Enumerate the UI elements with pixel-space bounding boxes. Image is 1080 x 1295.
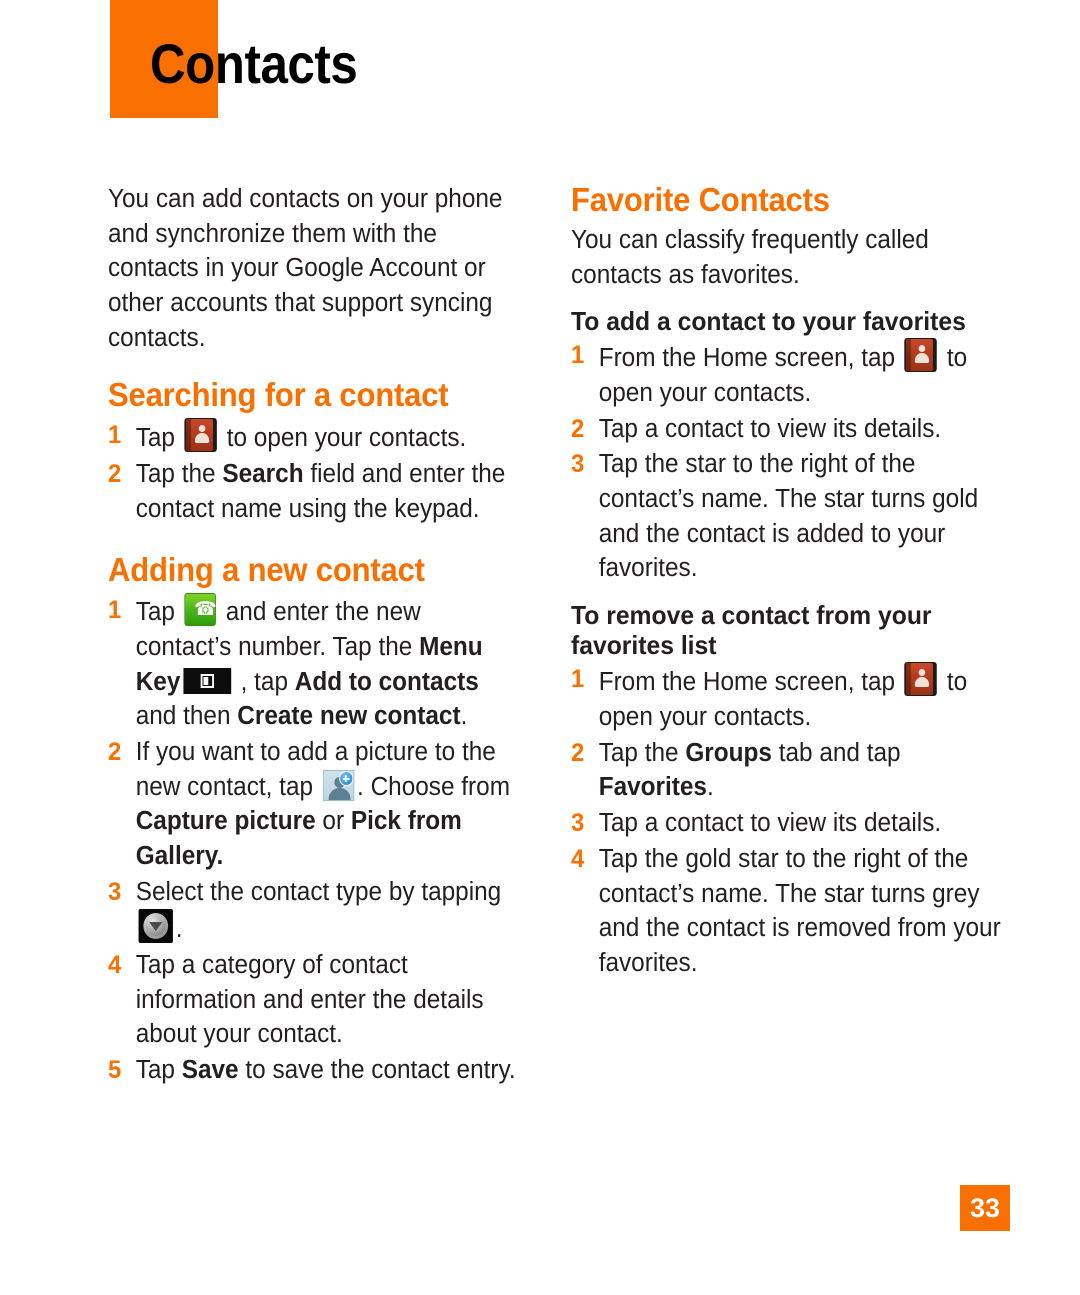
heading-searching-for-a-contact: Searching for a contact (108, 376, 449, 414)
step-text: From the Home screen, tap (598, 344, 902, 373)
list-item: 2 Tap the Groups tab and tap Favorites. (571, 736, 1001, 805)
ui-term-save: Save (181, 1056, 239, 1085)
contacts-book-icon (184, 418, 218, 453)
step-text: . (175, 915, 183, 944)
list-item: 1 From the Home screen, tap to open your … (571, 662, 1001, 734)
searching-steps-list: 1 Tap to open your contacts. 2 Tap the Sea… (108, 418, 538, 526)
step-number: 3 (108, 877, 122, 906)
page-header: Contacts (0, 0, 1080, 125)
list-item: 3 Tap a contact to view its details. (571, 806, 1001, 841)
step-text: Tap (135, 598, 182, 627)
remove-favorites-steps-list: 1 From the Home screen, tap to open your … (571, 662, 1021, 980)
page-title: Contacts (150, 32, 358, 95)
dropdown-arrow-icon (138, 909, 173, 944)
step-text: Tap the (135, 459, 223, 488)
step-number: 2 (571, 414, 585, 443)
step-text: to save the contact entry. (238, 1056, 516, 1085)
step-text: and then (135, 702, 238, 731)
list-item: 1 Tap to open your contacts. (108, 418, 519, 456)
step-number: 4 (571, 844, 585, 873)
step-number: 1 (571, 341, 585, 370)
phone-dial-icon: ☎ (184, 593, 217, 627)
step-text: tab and tap (771, 738, 901, 767)
ui-term-groups: Groups (685, 738, 772, 767)
step-number: 3 (571, 809, 585, 838)
list-item: 5 Tap Save to save the contact entry. (108, 1053, 519, 1088)
step-text: Tap the (598, 738, 686, 767)
contacts-book-icon (904, 338, 938, 373)
right-column: Favorite Contacts You can classify frequ… (571, 181, 1021, 1089)
step-number: 2 (108, 459, 122, 488)
step-text: Tap the star to the right of the contact… (598, 450, 979, 583)
step-text: . (706, 773, 714, 802)
list-item: 3 Select the contact type by tapping . (108, 875, 519, 947)
content-columns: You can add contacts on your phone and s… (0, 181, 1080, 1089)
step-number: 1 (571, 665, 585, 694)
step-text: Tap a contact to view its details. (598, 414, 942, 443)
step-text: or (315, 807, 351, 836)
ui-term-capture-picture: Capture picture (135, 807, 316, 836)
contacts-book-icon (904, 662, 938, 697)
step-number: 5 (108, 1056, 122, 1085)
ui-term-create-new-contact: Create new contact (237, 702, 461, 731)
menu-key-icon (183, 667, 231, 694)
step-text: Tap a category of contact information an… (135, 951, 484, 1049)
step-number: 4 (108, 951, 122, 979)
list-item: 2 Tap the Search field and enter the cont… (108, 457, 519, 526)
ui-term-search: Search (222, 459, 304, 488)
list-item: 1 Tap ☎ and enter the new contact’s numbe… (108, 593, 519, 734)
heading-adding-a-new-contact: Adding a new contact (108, 551, 425, 589)
step-number: 2 (571, 738, 585, 767)
step-number: 1 (108, 596, 122, 625)
step-number: 2 (108, 737, 122, 766)
step-number: 3 (571, 450, 585, 479)
step-text: Tap the gold star to the right of the co… (598, 844, 1001, 977)
list-item: 3 Tap the star to the right of the contac… (571, 447, 1001, 586)
step-text: Tap (135, 424, 182, 453)
favorites-intro-paragraph: You can classify frequently called conta… (571, 225, 929, 289)
intro-paragraph: You can add contacts on your phone and s… (108, 185, 503, 352)
add-favorites-steps-list: 1 From the Home screen, tap to open your … (571, 338, 1021, 586)
step-text: Tap (135, 1056, 182, 1085)
step-text: . Choose from (357, 772, 511, 801)
page-number-badge: 33 (960, 1185, 1010, 1231)
list-item: 4 Tap the gold star to the right of the c… (571, 842, 1001, 981)
step-text: From the Home screen, tap (598, 668, 902, 697)
list-item: 4 Tap a category of contact information a… (108, 948, 519, 1052)
step-text: , tap (233, 667, 295, 696)
heading-favorite-contacts: Favorite Contacts (571, 181, 830, 218)
heading-to-add-a-contact-to-your-favorites: To add a contact to your favorites (571, 306, 966, 337)
list-item: 1 From the Home screen, tap to open your … (571, 338, 1001, 410)
heading-to-remove-a-contact-from-your-favorites-list: To remove a contact from your favorites … (571, 600, 932, 661)
list-item: 2 If you want to add a picture to the new… (108, 735, 519, 874)
step-text: Select the contact type by tapping (135, 877, 502, 906)
adding-contact-steps-list: 1 Tap ☎ and enter the new contact’s numbe… (108, 593, 538, 1087)
ui-term-favorites: Favorites (598, 773, 707, 802)
step-text: Tap a contact to view its details. (598, 809, 942, 838)
left-column: You can add contacts on your phone and s… (108, 182, 538, 1089)
list-item: 2 Tap a contact to view its details. (571, 412, 1001, 447)
add-photo-icon (322, 769, 355, 801)
ui-term-add-to-contacts: Add to contacts (294, 667, 479, 696)
step-text: . (460, 702, 468, 731)
step-number: 1 (108, 421, 122, 450)
step-text: to open your contacts. (219, 424, 467, 453)
